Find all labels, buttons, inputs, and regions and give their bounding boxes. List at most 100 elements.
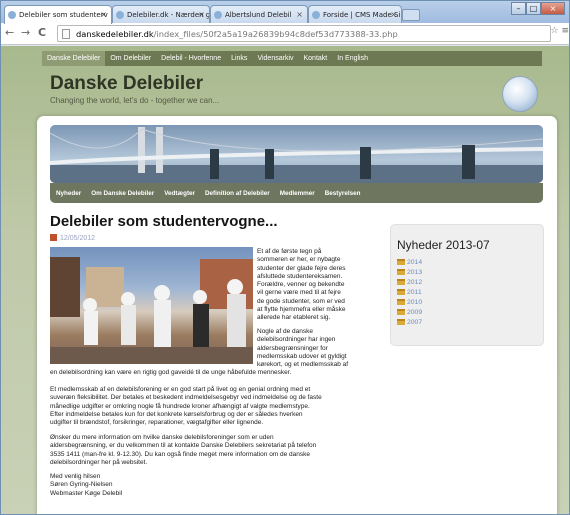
nav-links[interactable]: Links	[226, 51, 252, 66]
submenu-om-danske-delebiler[interactable]: Om Danske Delebiler	[85, 183, 158, 203]
text-line: de gode studenter, som er ved	[257, 297, 345, 305]
nav-om-delebiler[interactable]: Om Delebiler	[105, 51, 156, 66]
tab-label: Albertslund Delebil	[225, 11, 292, 19]
tab-forside-cms[interactable]: Forside | CMS Made Simpl ×	[308, 5, 402, 23]
nav-vidensarkiv[interactable]: Vidensarkiv	[252, 51, 298, 66]
article-title: Delebiler som studentervogne...	[50, 213, 278, 230]
folder-icon	[397, 279, 405, 285]
favicon-icon	[8, 11, 16, 19]
article-signature: Med venlig hilsen Søren Gyring-Nielsen W…	[50, 473, 122, 498]
year-label: 2011	[407, 289, 422, 296]
calendar-icon	[50, 234, 57, 241]
tab-delebiler-studenter[interactable]: Delebiler som studenterv ×	[4, 5, 112, 24]
text-line: at flytte hjemmefra eller måske	[257, 306, 346, 314]
year-link-2013[interactable]: 2013	[397, 269, 422, 279]
folder-icon	[397, 259, 405, 265]
text-line: Forældre, venner og bekendte	[257, 281, 345, 289]
submenu-bestyrelsen[interactable]: Bestyrelsen	[319, 183, 365, 203]
reload-button[interactable]: C	[38, 26, 46, 39]
favicon-icon	[116, 11, 124, 19]
article-date: 12/05/2012	[50, 234, 95, 242]
text-line: suveræn fleksibilitet. Der betales et be…	[50, 394, 322, 402]
url-path: /index_files/50f2a5a19a26839b94c8def53d7…	[153, 29, 398, 39]
text-line: Søren Gyring-Nielsen	[50, 481, 113, 489]
year-link-2007[interactable]: 2007	[397, 319, 422, 329]
page-icon	[62, 29, 70, 39]
close-tab-icon[interactable]: ×	[296, 10, 303, 19]
close-tab-icon[interactable]: ×	[198, 10, 205, 19]
year-archive-list: 2014 2013 2012 2011 2010 2009 2007	[397, 259, 422, 329]
year-label: 2007	[407, 319, 423, 326]
close-tab-icon[interactable]: ×	[100, 10, 107, 19]
year-label: 2013	[407, 269, 423, 276]
text-line: vil gerne være med til at fejre	[257, 289, 341, 297]
text-line: Nogle af de danske	[257, 328, 314, 335]
sidebar-title: Nyheder 2013-07	[397, 238, 490, 252]
text-line: aldersbegrænsning, er du velkommen til a…	[50, 442, 317, 450]
year-label: 2012	[407, 279, 423, 286]
text-line: afsluttede studentereksamen.	[257, 272, 343, 280]
text-line: aldersbegrænsninger for	[257, 344, 328, 352]
text-line: allerede har etableret sig.	[257, 314, 331, 322]
article-intro-paragraph: Et af de første tegn på sommeren er her,…	[257, 248, 346, 323]
article-second-paragraph: Nogle af de danske delebilsordninger har…	[257, 328, 348, 369]
text-line: månedlige udgifter er omkring nogle få h…	[50, 402, 310, 410]
year-link-2012[interactable]: 2012	[397, 279, 422, 289]
address-bar[interactable]: danskedelebiler.dk/index_files/50f2a5a19…	[57, 25, 551, 42]
text-line: sommeren er her, er nybagte	[257, 256, 341, 264]
news-sidebar: Nyheder 2013-07 2014 2013 2012 2011 2010…	[390, 224, 544, 346]
favicon-icon	[214, 11, 222, 19]
forward-button[interactable]: →	[21, 26, 30, 39]
year-link-2011[interactable]: 2011	[397, 289, 422, 299]
browser-window: Delebiler som studenterv × Delebiler.dk …	[0, 0, 570, 515]
text-line: Efter indmeldelse betales kun for det ko…	[50, 410, 303, 418]
year-link-2014[interactable]: 2014	[397, 259, 422, 269]
text-line: 3535 1411 (man-fre kl. 9-12.30). Du kan …	[50, 450, 311, 458]
globe-logo-icon	[502, 76, 538, 112]
text-line: Et medlemsskab af en delebilsforening er…	[50, 386, 311, 393]
window-controls: – □ ×	[511, 2, 565, 16]
nav-kontakt[interactable]: Kontakt	[299, 51, 333, 66]
tab-strip: Delebiler som studenterv × Delebiler.dk …	[1, 1, 569, 24]
year-link-2009[interactable]: 2009	[397, 309, 422, 319]
minimize-button[interactable]: –	[511, 2, 526, 15]
text-line: udgifter til brændstof, forsikringer, re…	[50, 419, 264, 427]
bridge-banner-image	[50, 125, 543, 183]
text-line: studenter der glade fejre deres	[257, 264, 346, 272]
web-page: Danske Delebiler Om Delebiler Delebil - …	[1, 46, 569, 514]
article-second-paragraph-end: en delebilsordning kan være en rigtig go…	[50, 369, 292, 376]
text-line: medlemsskab udover et gyldigt	[257, 352, 347, 360]
tab-albertslund[interactable]: Albertslund Delebil ×	[210, 5, 308, 23]
text-line: delebilsordninger har ingen	[257, 336, 336, 344]
nav-delebil-hvorfenne[interactable]: Delebil - Hvorfenne	[156, 51, 226, 66]
article-fourth-paragraph: Ønsker du mere information om hvilke dan…	[50, 434, 316, 467]
site-title[interactable]: Danske Delebiler	[50, 73, 203, 95]
submenu-vedtaegter[interactable]: Vedtægter	[158, 183, 199, 203]
year-link-2010[interactable]: 2010	[397, 299, 422, 309]
nav-danske-delebiler[interactable]: Danske Delebiler	[42, 51, 106, 66]
article-third-paragraph: Et medlemsskab af en delebilsforening er…	[50, 386, 322, 427]
submenu-medlemmer[interactable]: Medlemmer	[274, 183, 319, 203]
tab-label: Delebiler som studenterv	[19, 11, 108, 19]
close-tab-icon[interactable]: ×	[390, 10, 397, 19]
back-button[interactable]: ←	[5, 26, 14, 39]
bridge-illustration	[50, 127, 543, 183]
folder-icon	[397, 269, 405, 275]
nav-in-english[interactable]: In English	[332, 51, 373, 66]
new-tab-button[interactable]	[402, 9, 420, 21]
text-line: Et af de første tegn på	[257, 248, 322, 255]
tab-delebiler-dk[interactable]: Delebiler.dk - Nærden gro ×	[112, 5, 210, 23]
close-window-button[interactable]: ×	[541, 2, 565, 15]
text-line: Med venlig hilsen	[50, 473, 101, 480]
site-slogan: Changing the world, let's do - together …	[50, 96, 220, 105]
submenu-definition[interactable]: Definition af Delebiler	[199, 183, 274, 203]
site-top-nav: Danske Delebiler Om Delebiler Delebil - …	[42, 51, 542, 66]
students-photo	[50, 247, 253, 364]
bookmark-star-icon[interactable]: ☆ ≡	[551, 26, 569, 36]
submenu-nyheder[interactable]: Nyheder	[50, 183, 85, 203]
folder-icon	[397, 319, 405, 325]
browser-toolbar: ← → C danskedelebiler.dk/index_files/50f…	[1, 23, 569, 45]
year-label: 2009	[407, 309, 423, 316]
maximize-button[interactable]: □	[526, 2, 541, 15]
section-submenu: Nyheder Om Danske Delebiler Vedtægter De…	[50, 183, 543, 203]
